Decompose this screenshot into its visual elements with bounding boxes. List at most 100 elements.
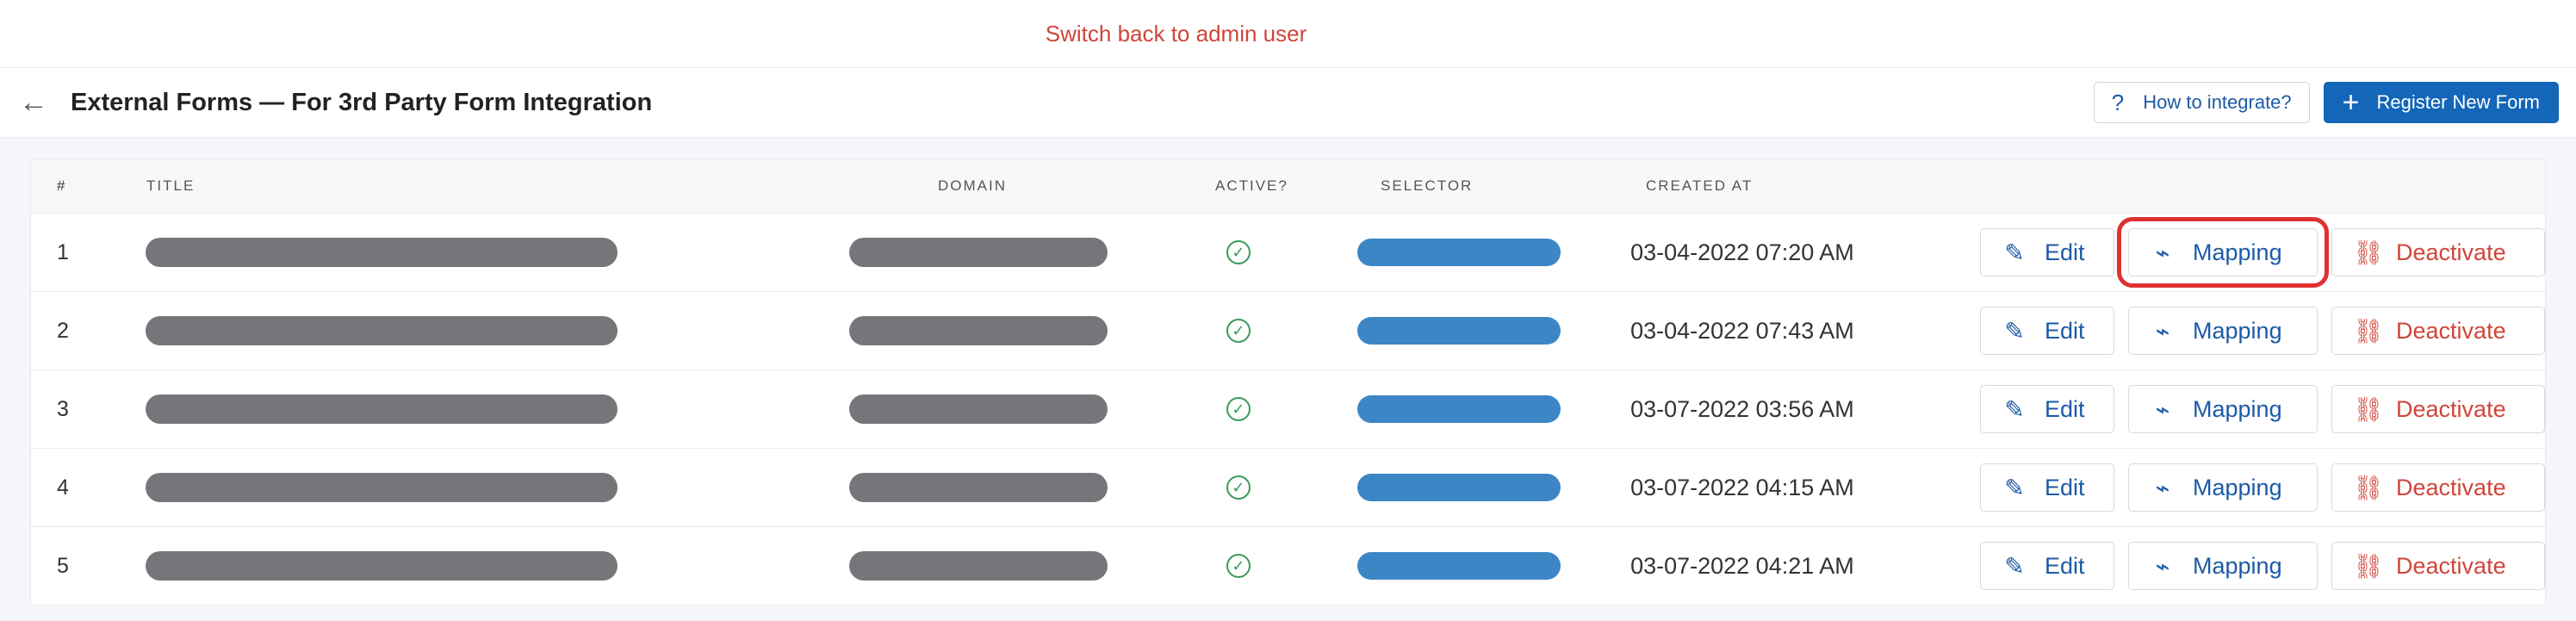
deactivate-button[interactable]: ⛓ Deactivate xyxy=(2331,228,2546,276)
table-header: # Title Domain Active? Selector Created … xyxy=(31,159,2545,214)
redacted-selector xyxy=(1357,317,1561,345)
selector-cell xyxy=(1357,474,1630,501)
edit-label: Edit xyxy=(2045,317,2085,344)
title-cell xyxy=(142,551,837,581)
deactivate-button[interactable]: ⛓ Deactivate xyxy=(2331,463,2546,512)
mapping-label: Mapping xyxy=(2193,395,2282,422)
check-circle-icon: ✓ xyxy=(1226,554,1251,578)
mapping-label: Mapping xyxy=(2193,239,2282,265)
edit-label: Edit xyxy=(2045,395,2085,422)
mapping-label: Mapping xyxy=(2193,552,2282,579)
active-cell: ✓ xyxy=(1204,554,1357,578)
deactivate-button[interactable]: ⛓ Deactivate xyxy=(2331,542,2546,590)
row-actions: ✎ Edit ⌁ Mapping ⛓ Deactivate xyxy=(1980,542,2546,590)
table-row: 1 ✓ 03-04-2022 07:20 AM ✎ Edit ⌁ Mapping ⛓… xyxy=(31,214,2546,292)
domain-cell xyxy=(837,316,1204,345)
check-circle-icon: ✓ xyxy=(1226,475,1251,500)
row-number: 1 xyxy=(57,239,69,264)
created-at: 03-04-2022 07:20 AM xyxy=(1630,239,1854,265)
deactivate-label: Deactivate xyxy=(2396,552,2506,579)
edit-label: Edit xyxy=(2045,552,2085,579)
edit-button[interactable]: ✎ Edit xyxy=(1980,307,2115,355)
active-cell: ✓ xyxy=(1204,240,1357,264)
edit-icon: ✎ xyxy=(2004,317,2025,345)
deactivate-button[interactable]: ⛓ Deactivate xyxy=(2331,307,2546,355)
edit-button[interactable]: ✎ Edit xyxy=(1980,463,2115,512)
active-cell: ✓ xyxy=(1204,475,1357,500)
redacted-selector xyxy=(1357,239,1561,266)
title-cell xyxy=(142,473,837,502)
edit-label: Edit xyxy=(2045,474,2085,500)
selector-cell xyxy=(1357,239,1630,266)
table-row: 3 ✓ 03-07-2022 03:56 AM ✎ Edit ⌁ Mapping ⛓… xyxy=(31,370,2546,449)
redacted-title xyxy=(146,551,618,581)
redacted-domain xyxy=(849,394,1108,424)
mapping-button[interactable]: ⌁ Mapping xyxy=(2128,463,2318,512)
deactivate-label: Deactivate xyxy=(2396,474,2506,500)
check-circle-icon: ✓ xyxy=(1226,319,1251,343)
plug-icon: ⌁ xyxy=(2155,239,2170,266)
header-active: Active? xyxy=(1215,177,1288,194)
deactivate-label: Deactivate xyxy=(2396,239,2506,265)
redacted-domain xyxy=(849,551,1108,581)
check-circle-icon: ✓ xyxy=(1226,397,1251,421)
mapping-button[interactable]: ⌁ Mapping xyxy=(2128,307,2318,355)
title-cell xyxy=(142,316,837,345)
plug-icon: ⌁ xyxy=(2155,395,2170,423)
edit-button[interactable]: ✎ Edit xyxy=(1980,542,2115,590)
active-cell: ✓ xyxy=(1204,397,1357,421)
header-created: Created At xyxy=(1646,177,1754,194)
mapping-label: Mapping xyxy=(2193,474,2282,500)
header-num: # xyxy=(57,177,67,194)
check-circle-icon: ✓ xyxy=(1226,240,1251,264)
table-row: 2 ✓ 03-04-2022 07:43 AM ✎ Edit ⌁ Mapping ⛓… xyxy=(31,292,2546,370)
redacted-title xyxy=(146,473,618,502)
domain-cell xyxy=(837,394,1204,424)
edit-button[interactable]: ✎ Edit xyxy=(1980,385,2115,433)
how-to-integrate-button[interactable]: ? How to integrate? xyxy=(2093,82,2310,123)
edit-icon: ✎ xyxy=(2004,239,2025,266)
arrow-left-icon[interactable]: ← xyxy=(19,88,48,117)
deactivate-button[interactable]: ⛓ Deactivate xyxy=(2331,385,2546,433)
header-selector: Selector xyxy=(1381,177,1474,194)
redacted-domain xyxy=(849,238,1108,267)
mapping-button[interactable]: ⌁ Mapping xyxy=(2128,385,2318,433)
switch-back-link[interactable]: Switch back to admin user xyxy=(1046,21,1307,47)
redacted-domain xyxy=(849,473,1108,502)
plug-icon: ⌁ xyxy=(2155,317,2170,345)
redacted-title xyxy=(146,316,618,345)
edit-icon: ✎ xyxy=(2004,552,2025,580)
unlink-icon: ⛓ xyxy=(2353,239,2384,266)
table-row: 5 ✓ 03-07-2022 04:21 AM ✎ Edit ⌁ Mapping ⛓… xyxy=(31,527,2546,605)
page-header: ← External Forms — For 3rd Party Form In… xyxy=(0,68,2576,138)
domain-cell xyxy=(837,238,1204,267)
redacted-selector xyxy=(1357,552,1561,580)
register-new-form-button[interactable]: + Register New Form xyxy=(2323,82,2559,123)
header-domain: Domain xyxy=(938,177,1007,194)
row-number: 4 xyxy=(57,475,69,500)
page-title: External Forms — For 3rd Party Form Inte… xyxy=(71,88,653,116)
created-at: 03-07-2022 03:56 AM xyxy=(1630,395,1854,422)
mapping-button[interactable]: ⌁ Mapping xyxy=(2128,542,2318,590)
row-actions: ✎ Edit ⌁ Mapping ⛓ Deactivate xyxy=(1980,385,2546,433)
edit-button[interactable]: ✎ Edit xyxy=(1980,228,2115,276)
table-row: 4 ✓ 03-07-2022 04:15 AM ✎ Edit ⌁ Mapping ⛓… xyxy=(31,449,2546,527)
deactivate-label: Deactivate xyxy=(2396,395,2506,422)
plug-icon: ⌁ xyxy=(2155,474,2170,501)
header-left: ← External Forms — For 3rd Party Form In… xyxy=(19,88,652,117)
mapping-button[interactable]: ⌁ Mapping xyxy=(2117,217,2330,288)
edit-icon: ✎ xyxy=(2004,474,2025,501)
row-actions: ✎ Edit ⌁ Mapping ⛓ Deactivate xyxy=(1980,463,2546,512)
row-number: 5 xyxy=(57,553,69,578)
redacted-title xyxy=(146,394,618,424)
created-at: 03-04-2022 07:43 AM xyxy=(1630,317,1854,344)
deactivate-label: Deactivate xyxy=(2396,317,2506,344)
row-actions: ✎ Edit ⌁ Mapping ⛓ Deactivate xyxy=(1980,307,2546,355)
domain-cell xyxy=(837,473,1204,502)
mapping-label: Mapping xyxy=(2193,317,2282,344)
header-title: Title xyxy=(146,177,196,194)
created-at: 03-07-2022 04:21 AM xyxy=(1630,552,1854,579)
plug-icon: ⌁ xyxy=(2155,552,2170,580)
unlink-icon: ⛓ xyxy=(2353,552,2384,580)
plus-icon: + xyxy=(2342,86,2360,119)
